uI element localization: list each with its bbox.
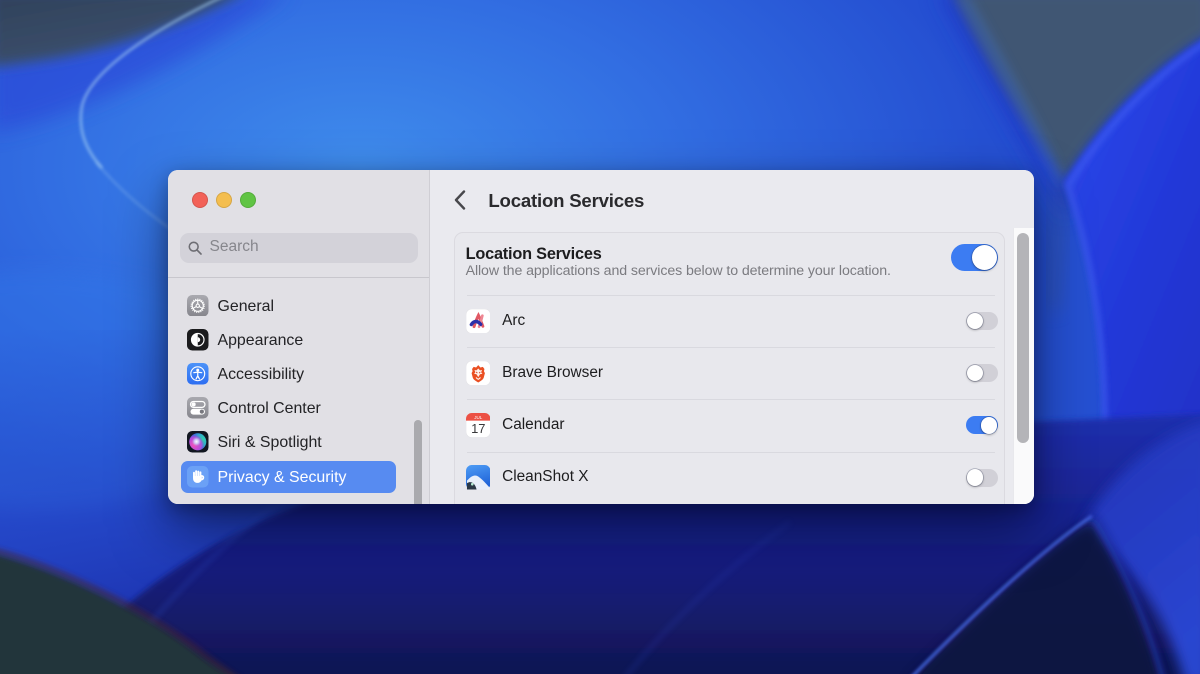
svg-text:17: 17 (471, 421, 485, 436)
svg-text:JUL: JUL (474, 415, 482, 420)
